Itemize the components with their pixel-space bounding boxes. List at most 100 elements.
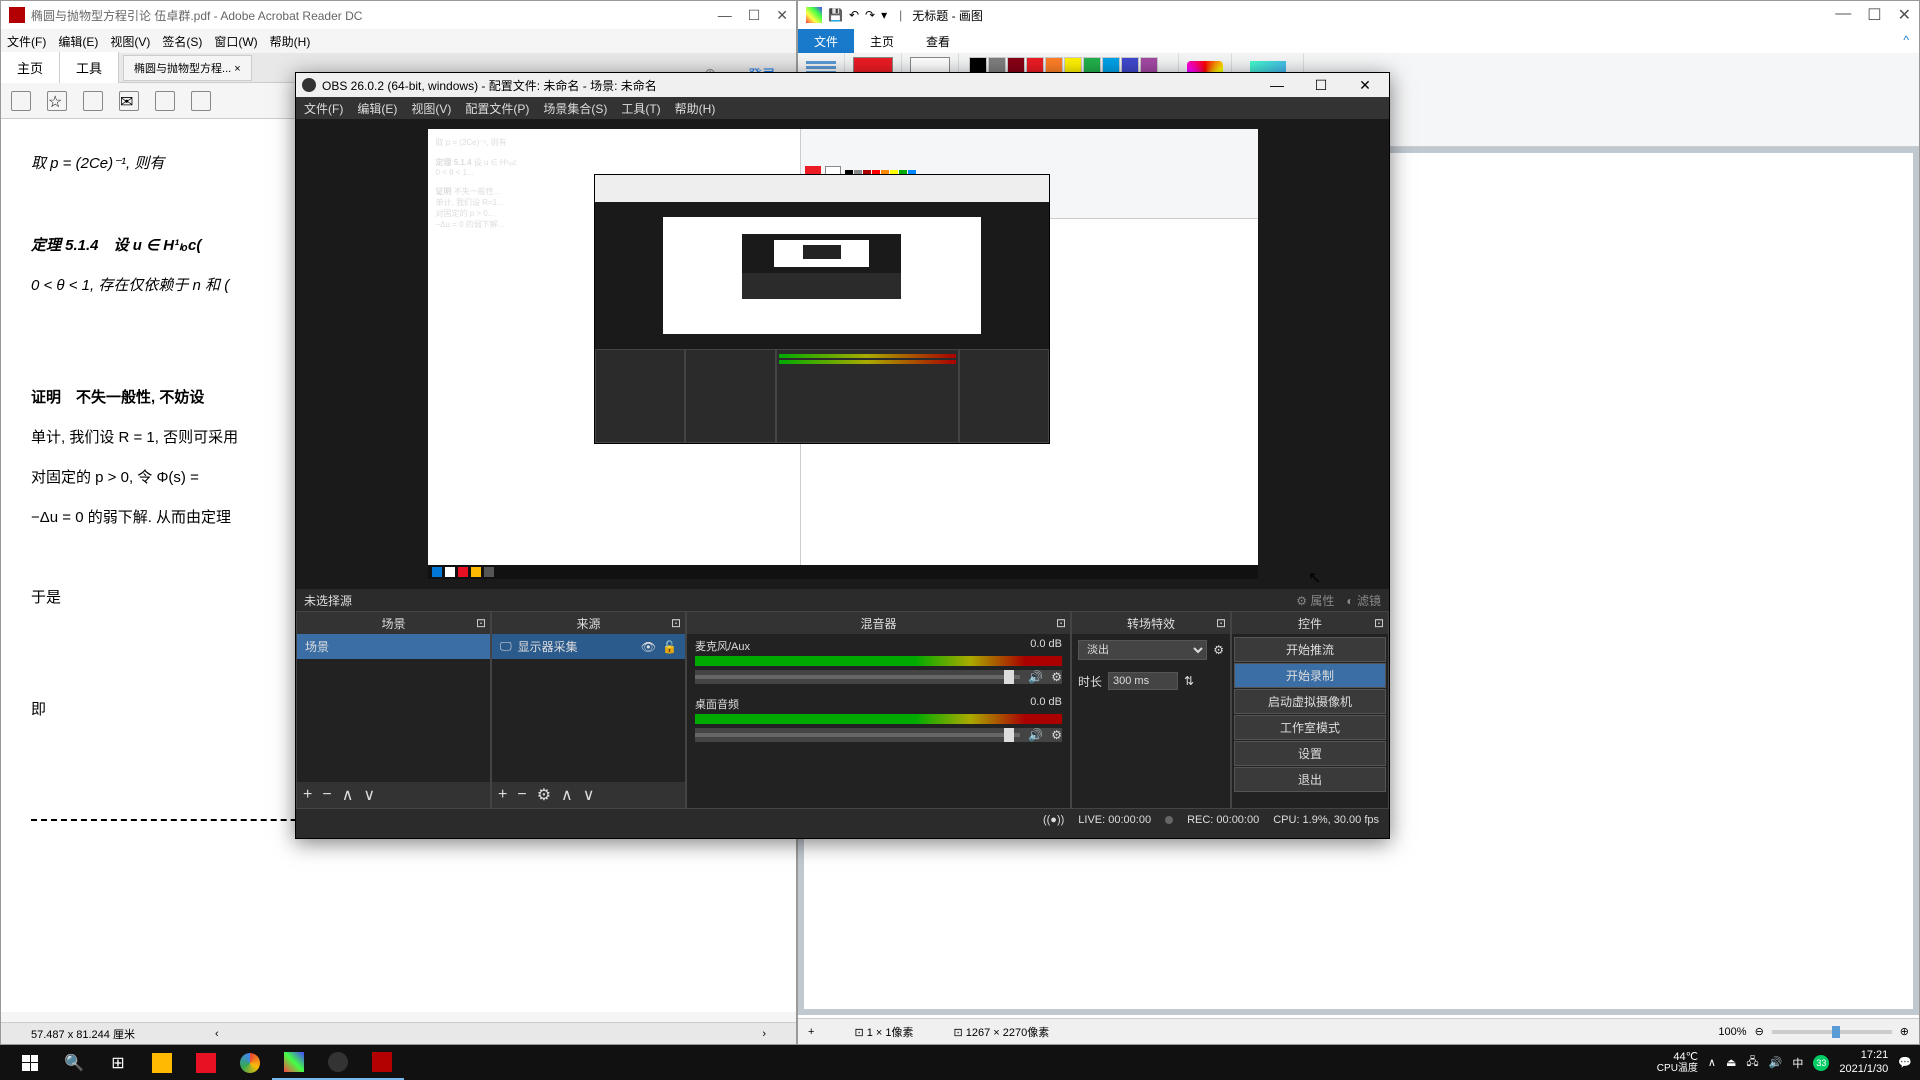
task-view-button[interactable]: ⊞ — [96, 1045, 140, 1080]
explorer-button[interactable] — [140, 1045, 184, 1080]
scroll-left-icon[interactable]: ‹ — [215, 1028, 219, 1040]
popout-icon[interactable]: ⊡ — [1374, 616, 1384, 630]
start-vcam-button[interactable]: 启动虚拟摄像机 — [1234, 689, 1386, 714]
start-stream-button[interactable]: 开始推流 — [1234, 637, 1386, 662]
obs-button[interactable] — [316, 1045, 360, 1080]
duration-input[interactable] — [1108, 672, 1178, 690]
tray-app-icon[interactable]: 33 — [1813, 1055, 1829, 1071]
maximize-button[interactable]: ☐ — [1867, 5, 1881, 25]
chrome-button[interactable] — [228, 1045, 272, 1080]
spinner-icon[interactable]: ⇅ — [1184, 674, 1194, 688]
close-button[interactable]: ✕ — [776, 7, 788, 24]
tab-tools[interactable]: 工具 — [60, 52, 119, 83]
star-icon[interactable]: ☆ — [47, 91, 67, 111]
menu-view[interactable]: 视图(V) — [110, 33, 150, 50]
add-source-button[interactable]: + — [498, 786, 507, 804]
save-icon[interactable]: 💾 — [828, 8, 843, 22]
popout-icon[interactable]: ⊡ — [671, 616, 681, 630]
mail-icon[interactable]: ✉ — [119, 91, 139, 111]
filters-button[interactable]: ◐ 滤镜 — [1346, 592, 1381, 609]
zoom-slider[interactable] — [1772, 1030, 1892, 1034]
undo-icon[interactable]: ↶ — [849, 8, 859, 22]
gear-icon[interactable]: ⚙ — [1213, 643, 1224, 657]
menu-sign[interactable]: 签名(S) — [162, 33, 202, 50]
menu-view[interactable]: 视图(V) — [411, 100, 451, 117]
scene-down-button[interactable]: ∨ — [363, 785, 375, 805]
obs-preview[interactable]: 取 p = (2Ce)⁻¹, 则有 定理 5.1.4 设 u ∈ H¹ₗₒc 0… — [296, 119, 1389, 589]
volume-slider[interactable]: 🔊 ⚙ — [695, 670, 1062, 684]
popout-icon[interactable]: ⊡ — [1056, 616, 1066, 630]
tray-network-icon[interactable]: 🖧 — [1746, 1053, 1758, 1072]
zoom-out-button[interactable]: ⊖ — [1755, 1025, 1764, 1038]
mute-icon[interactable]: 🔊 — [1028, 670, 1043, 684]
maximize-button[interactable]: ☐ — [748, 7, 761, 24]
search-button[interactable]: 🔍 — [52, 1045, 96, 1080]
exit-button[interactable]: 退出 — [1234, 767, 1386, 792]
menu-scenes[interactable]: 场景集合(S) — [543, 100, 607, 117]
ribbon-collapse-icon[interactable]: ^ — [1893, 29, 1919, 53]
scene-up-button[interactable]: ∧ — [342, 785, 354, 805]
menu-edit[interactable]: 编辑(E) — [58, 33, 98, 50]
minimize-button[interactable]: — — [718, 7, 732, 24]
scene-item[interactable]: 场景 — [297, 634, 490, 659]
share-icon[interactable] — [191, 91, 211, 111]
start-button[interactable] — [8, 1045, 52, 1080]
settings-button[interactable]: 设置 — [1234, 741, 1386, 766]
qat-dropdown-icon[interactable]: ▾ — [881, 8, 887, 22]
tray-volume-icon[interactable]: 🔊 — [1769, 1056, 1783, 1069]
acrobat-button[interactable] — [360, 1045, 404, 1080]
notifications-icon[interactable]: 💬 — [1898, 1056, 1912, 1069]
gear-icon[interactable]: ⚙ — [1051, 670, 1062, 684]
menu-file[interactable]: 文件(F) — [304, 100, 343, 117]
gear-icon[interactable]: ⚙ — [1051, 728, 1062, 742]
volume-slider[interactable]: 🔊 ⚙ — [695, 728, 1062, 742]
menu-window[interactable]: 窗口(W) — [214, 33, 257, 50]
source-down-button[interactable]: ∨ — [583, 785, 595, 805]
remove-source-button[interactable]: − — [517, 786, 526, 804]
tab-view[interactable]: 查看 — [910, 29, 966, 53]
add-scene-button[interactable]: + — [303, 786, 312, 804]
mixer-panel: 混音器⊡ 麦克风/Aux0.0 dB 🔊 ⚙ 桌面音频0.0 dB — [686, 611, 1071, 809]
maximize-button[interactable]: ☐ — [1303, 77, 1339, 94]
mute-icon[interactable]: 🔊 — [1028, 728, 1043, 742]
popout-icon[interactable]: ⊡ — [1216, 616, 1226, 630]
source-up-button[interactable]: ∧ — [561, 785, 573, 805]
close-button[interactable]: ✕ — [1898, 5, 1911, 25]
tray-ime-icon[interactable]: 中 — [1792, 1055, 1803, 1071]
menu-edit[interactable]: 编辑(E) — [357, 100, 397, 117]
tray-chevron-icon[interactable]: ∧ — [1708, 1056, 1716, 1069]
popout-icon[interactable]: ⊡ — [476, 616, 486, 630]
clock[interactable]: 17:21 2021/1/30 — [1839, 1049, 1888, 1075]
redo-icon[interactable]: ↷ — [865, 8, 875, 22]
tab-home[interactable]: 主页 — [1, 52, 60, 83]
menu-tools[interactable]: 工具(T) — [621, 100, 660, 117]
tab-file[interactable]: 文件 — [798, 29, 854, 53]
search-icon[interactable] — [155, 91, 175, 111]
studio-mode-button[interactable]: 工作室模式 — [1234, 715, 1386, 740]
save-icon[interactable] — [11, 91, 31, 111]
menu-file[interactable]: 文件(F) — [7, 33, 46, 50]
lock-icon[interactable]: 🔓 — [662, 640, 677, 654]
properties-button[interactable]: ⚙ 属性 — [1296, 592, 1334, 609]
menu-help[interactable]: 帮助(H) — [270, 33, 311, 50]
menu-help[interactable]: 帮助(H) — [675, 100, 716, 117]
transition-select[interactable]: 淡出 — [1078, 640, 1207, 660]
tab-home[interactable]: 主页 — [854, 29, 910, 53]
file-tab[interactable]: 椭圆与抛物型方程... × — [123, 55, 252, 81]
print-icon[interactable] — [83, 91, 103, 111]
remove-scene-button[interactable]: − — [322, 786, 331, 804]
start-record-button[interactable]: 开始录制 — [1234, 663, 1386, 688]
minimize-button[interactable]: — — [1835, 5, 1851, 25]
menu-profile[interactable]: 配置文件(P) — [465, 100, 529, 117]
source-settings-button[interactable]: ⚙ — [537, 785, 551, 805]
close-tab-icon[interactable]: × — [234, 63, 240, 75]
scroll-right-icon[interactable]: › — [762, 1028, 766, 1040]
source-item[interactable]: 🖵 显示器采集 👁 🔓 — [492, 634, 685, 659]
paint-button[interactable] — [272, 1045, 316, 1080]
app-button[interactable] — [184, 1045, 228, 1080]
zoom-in-button[interactable]: ⊕ — [1900, 1025, 1909, 1038]
visibility-icon[interactable]: 👁 — [641, 640, 656, 654]
tray-usb-icon[interactable]: ⏏ — [1726, 1056, 1736, 1069]
minimize-button[interactable]: — — [1259, 77, 1295, 94]
close-button[interactable]: ✕ — [1347, 77, 1383, 94]
